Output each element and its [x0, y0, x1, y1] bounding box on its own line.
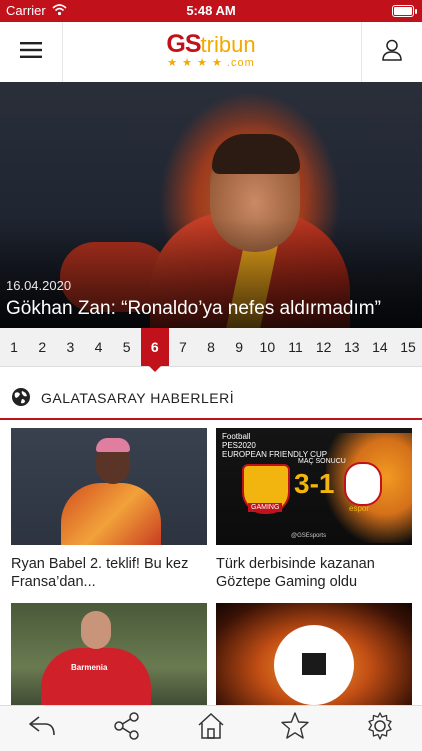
article-title: Ryan Babel 2. teklif! Bu kez Fransa’dan.…: [11, 556, 189, 590]
team1-tag: GAMING: [248, 503, 283, 512]
status-bar: Carrier 5:48 AM: [0, 0, 422, 22]
social-handle: @GSEsports: [291, 533, 327, 539]
page-8[interactable]: 8: [197, 328, 225, 366]
back-button[interactable]: [0, 706, 84, 751]
page-4[interactable]: 4: [84, 328, 112, 366]
bottom-tab-bar: [0, 705, 422, 751]
section-title: GALATASARAY HABERLERİ: [41, 390, 235, 406]
article-thumbnail: Football PES2020 EUROPEAN FRIENDLY CUP M…: [216, 428, 412, 545]
page-10[interactable]: 10: [253, 328, 281, 366]
galatasaray-badge: [344, 462, 382, 506]
page-13[interactable]: 13: [338, 328, 366, 366]
article-thumbnail: Barmenia: [11, 603, 207, 720]
settings-button[interactable]: [338, 706, 422, 751]
hero-date: 16.04.2020: [6, 278, 72, 293]
clock: 5:48 AM: [186, 3, 236, 18]
user-icon: [382, 39, 402, 66]
globe-icon: [11, 387, 31, 412]
home-icon: [196, 711, 226, 746]
hero-pager: 1 2 3 4 5 6 7 8 9 10 11 12 13 14 15: [0, 328, 422, 372]
share-button[interactable]: [84, 706, 168, 751]
page-11[interactable]: 11: [281, 328, 309, 366]
page-5[interactable]: 5: [113, 328, 141, 366]
team2-tag: espor: [349, 504, 370, 513]
article-card[interactable]: Ryan Babel 2. teklif! Bu kez Fransa’dan.…: [11, 428, 207, 591]
share-icon: [112, 711, 142, 746]
article-card[interactable]: Football PES2020 EUROPEAN FRIENDLY CUP M…: [216, 428, 412, 591]
top-bar: GStribun ★ ★ ★ ★ .com: [0, 22, 422, 83]
home-button[interactable]: [169, 706, 253, 751]
hero-title: Gökhan Zan: “Ronaldo’ya nefes aldırmadım…: [6, 298, 381, 319]
page-6-active[interactable]: 6: [140, 328, 169, 372]
sponsor-text: Barmenia: [71, 663, 108, 672]
star-icon: [280, 711, 310, 746]
favorites-button[interactable]: [253, 706, 337, 751]
hero-article[interactable]: 16.04.2020 Gökhan Zan: “Ronaldo’ya nefes…: [0, 82, 422, 328]
page-15[interactable]: 15: [394, 328, 422, 366]
match-score: 3-1: [294, 468, 335, 499]
article-thumbnail: [11, 428, 207, 545]
page-14[interactable]: 14: [366, 328, 394, 366]
page-12[interactable]: 12: [310, 328, 338, 366]
pes-title: Football PES2020 EUROPEAN FRIENDLY CUP: [222, 432, 328, 459]
page-7[interactable]: 7: [169, 328, 197, 366]
page-9[interactable]: 9: [225, 328, 253, 366]
site-logo[interactable]: GStribun ★ ★ ★ ★ .com: [0, 30, 422, 69]
section-header: GALATASARAY HABERLERİ: [0, 378, 422, 420]
article-card[interactable]: [216, 603, 412, 720]
article-card[interactable]: Barmenia: [11, 603, 207, 720]
match-result-label: MAÇ SONUCU: [298, 458, 346, 465]
account-button[interactable]: [361, 22, 422, 82]
article-title: Türk derbisinde kazanan Göztepe Gaming o…: [216, 556, 375, 590]
gear-icon: [365, 711, 395, 746]
page-3[interactable]: 3: [56, 328, 84, 366]
back-icon: [27, 713, 57, 744]
page-2[interactable]: 2: [28, 328, 56, 366]
page-1[interactable]: 1: [0, 328, 28, 366]
battery-icon: [392, 5, 414, 17]
article-thumbnail: [216, 603, 412, 720]
